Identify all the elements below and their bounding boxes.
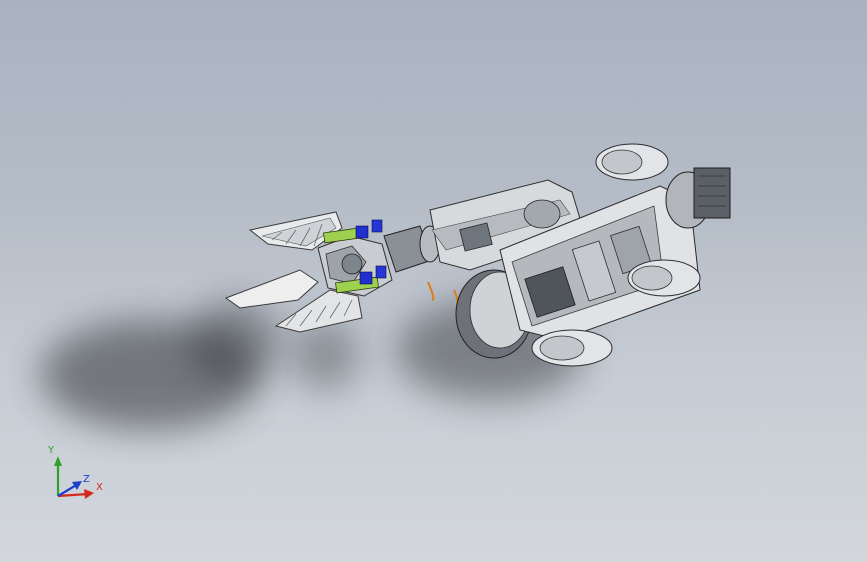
wrist-motor[interactable]	[383, 225, 441, 273]
z-axis-label: Z	[83, 474, 90, 485]
coordinate-triad	[54, 456, 94, 499]
y-axis-label: Y	[48, 445, 55, 456]
stepper-motor[interactable]	[665, 167, 731, 229]
x-axis-arrowhead	[84, 489, 94, 499]
y-axis-arrowhead	[54, 456, 62, 466]
3d-viewport[interactable]: Y X Z	[0, 0, 867, 562]
x-axis-label: X	[96, 482, 103, 493]
orange-cable	[427, 281, 459, 305]
robot-arm-model[interactable]	[0, 0, 867, 562]
